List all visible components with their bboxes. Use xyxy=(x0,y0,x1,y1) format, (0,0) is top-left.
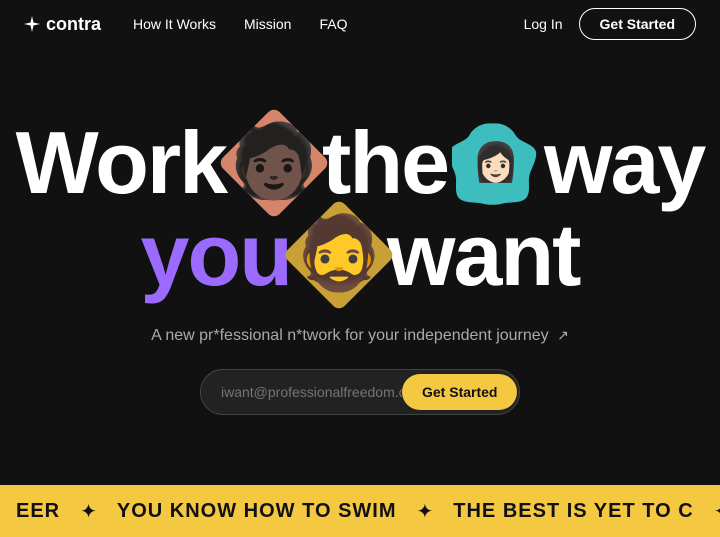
person2-badge: 👩🏻 xyxy=(452,119,540,207)
person3-badge: 🧔 xyxy=(282,198,395,311)
get-started-button[interactable]: Get Started xyxy=(402,374,517,410)
ticker-item: YOU KNOW HOW TO SWIM xyxy=(101,500,413,523)
subtitle: A new pr*fessional n*twork for your inde… xyxy=(151,327,569,345)
headline-row1: Work 🧑🏿 the 👩🏻 way xyxy=(16,119,705,207)
word-you: you xyxy=(141,211,291,299)
headline-row2: you 🧔 want xyxy=(141,211,580,299)
ticker-star-icon: ✦ xyxy=(710,499,720,524)
ticker-item: EER xyxy=(0,500,76,523)
ticker-strip: EER ✦ YOU KNOW HOW TO SWIM ✦ THE BEST IS… xyxy=(0,485,720,537)
ticker-inner: EER ✦ YOU KNOW HOW TO SWIM ✦ THE BEST IS… xyxy=(0,499,720,524)
navigation: contra How It Works Mission FAQ Log In G… xyxy=(0,0,720,48)
logo-text: contra xyxy=(46,14,101,35)
logo-icon xyxy=(24,16,40,32)
nav-links: How It Works Mission FAQ xyxy=(133,16,347,32)
word-way: way xyxy=(544,119,704,207)
logo[interactable]: contra xyxy=(24,14,101,35)
nav-get-started-button[interactable]: Get Started xyxy=(579,8,696,40)
hero-section: Work 🧑🏿 the 👩🏻 way you 🧔 want A new pr*f… xyxy=(0,48,720,485)
ticker-star-icon: ✦ xyxy=(413,499,438,524)
person2-face: 👩🏻 xyxy=(461,128,531,198)
cursor-icon: ↗ xyxy=(557,327,569,343)
nav-faq[interactable]: FAQ xyxy=(319,16,347,32)
person1-badge: 🧑🏿 xyxy=(217,106,330,219)
word-the: the xyxy=(322,119,448,207)
word-work: Work xyxy=(16,119,226,207)
email-input[interactable] xyxy=(221,384,402,400)
nav-right: Log In Get Started xyxy=(524,8,696,40)
login-button[interactable]: Log In xyxy=(524,16,563,32)
email-form[interactable]: Get Started xyxy=(200,369,520,415)
word-want: want xyxy=(387,211,579,299)
ticker-item: THE BEST IS YET TO C xyxy=(437,500,709,523)
ticker-star-icon: ✦ xyxy=(76,499,101,524)
nav-how-it-works[interactable]: How It Works xyxy=(133,16,216,32)
nav-mission[interactable]: Mission xyxy=(244,16,291,32)
